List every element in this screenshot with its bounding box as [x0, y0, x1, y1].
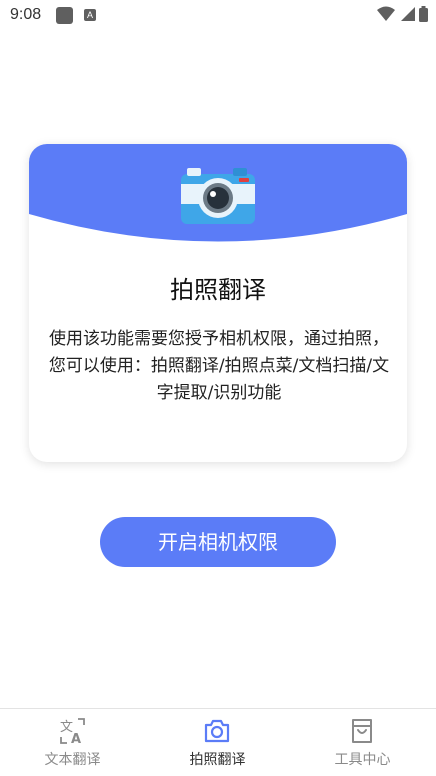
- nav-label-tool-center: 工具中心: [334, 752, 391, 768]
- nav-label-text-translate: 文本翻译: [44, 752, 101, 768]
- text-translate-icon: 文 A: [60, 718, 85, 745]
- signal-icon: [401, 7, 415, 21]
- status-time: 9:08: [10, 6, 42, 23]
- battery-icon: [419, 6, 428, 22]
- nav-item-text-translate[interactable]: 文 A 文本翻译: [0, 709, 145, 776]
- app-notification-icon: [56, 7, 73, 24]
- status-indicators: [377, 6, 428, 22]
- camera-icon: [204, 719, 230, 743]
- card-title: 拍照翻译: [170, 276, 266, 304]
- shopping-bag-icon: [352, 719, 372, 743]
- status-bar: 9:08 A: [0, 0, 436, 32]
- svg-text:A: A: [71, 732, 81, 745]
- nav-label-photo-translate: 拍照翻译: [189, 752, 246, 768]
- nav-item-tool-center[interactable]: 工具中心: [290, 709, 435, 776]
- enable-camera-permission-button[interactable]: 开启相机权限: [100, 517, 336, 567]
- camera-permission-card: 拍照翻译 使用该功能需要您授予相机权限，通过拍照，您可以使用：拍照翻译/拍照点菜…: [29, 144, 407, 462]
- nav-item-photo-translate[interactable]: 拍照翻译: [145, 709, 290, 776]
- wifi-icon: [377, 6, 395, 21]
- bottom-nav: 文 A 文本翻译 拍照翻译 工具中心: [0, 708, 436, 776]
- camera-icon: [181, 168, 255, 224]
- card-description: 使用该功能需要您授予相机权限，通过拍照，您可以使用：拍照翻译/拍照点菜/文档扫描…: [48, 329, 390, 403]
- a-notification-icon: A: [84, 9, 96, 21]
